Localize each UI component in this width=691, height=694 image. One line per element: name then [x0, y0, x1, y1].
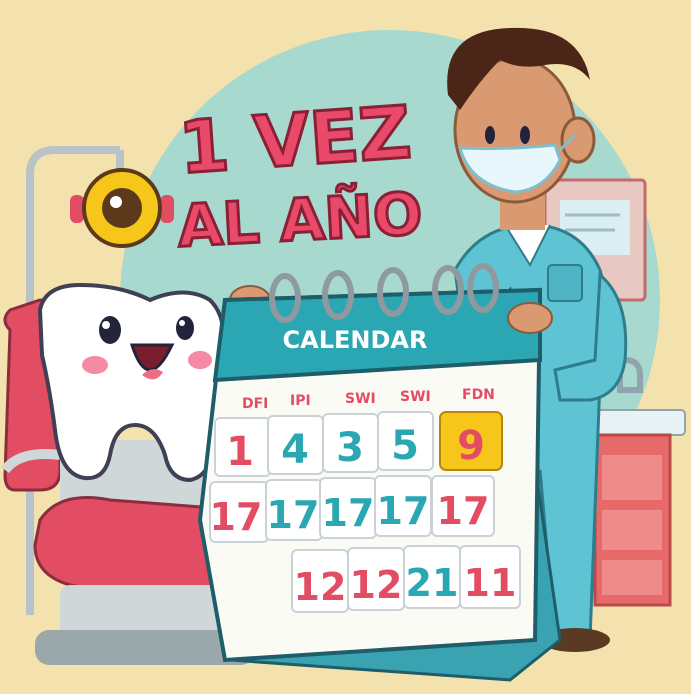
day-number: 17	[210, 495, 263, 539]
illustration: 1 VEZ AL AÑO CALENDAR DFI IPI SWI SWI FD…	[0, 0, 691, 694]
headline-line1: 1 VEZ	[176, 90, 414, 190]
day-number: 1	[226, 429, 254, 475]
illustration-scene: 1 VEZ AL AÑO CALENDAR DFI IPI SWI SWI FD…	[0, 0, 691, 694]
weekday-label: SWI	[345, 391, 376, 407]
calendar-title: CALENDAR	[283, 326, 428, 354]
headline: 1 VEZ AL AÑO	[174, 89, 425, 262]
day-number: 17	[322, 491, 375, 535]
day-number: 3	[336, 425, 364, 471]
weekday-label: SWI	[400, 389, 431, 405]
day-number: 12	[294, 565, 347, 609]
day-number: 12	[350, 563, 403, 607]
calendar-row-1: 1 4 3 5 9	[214, 411, 503, 477]
day-number: 9	[457, 423, 485, 469]
calendar: CALENDAR DFI IPI SWI SWI FDN 1 4 3 5 9 1…	[197, 263, 562, 682]
day-number: 17	[267, 493, 320, 537]
day-number: 5	[391, 423, 419, 469]
calendar-row-3: 12 12 21 11	[291, 545, 521, 613]
dentist-hand	[507, 302, 553, 334]
weekday-label: IPI	[290, 393, 311, 409]
headline-line2: AL AÑO	[176, 179, 424, 261]
calendar-row-2: 17 17 17 17 17	[209, 475, 495, 543]
day-number: 17	[437, 489, 490, 533]
weekday-label: DFI	[242, 396, 268, 412]
day-number: 11	[464, 561, 517, 605]
day-number: 21	[406, 561, 459, 605]
day-number: 4	[281, 427, 309, 473]
weekday-label: FDN	[462, 387, 495, 403]
day-number: 17	[377, 489, 430, 533]
